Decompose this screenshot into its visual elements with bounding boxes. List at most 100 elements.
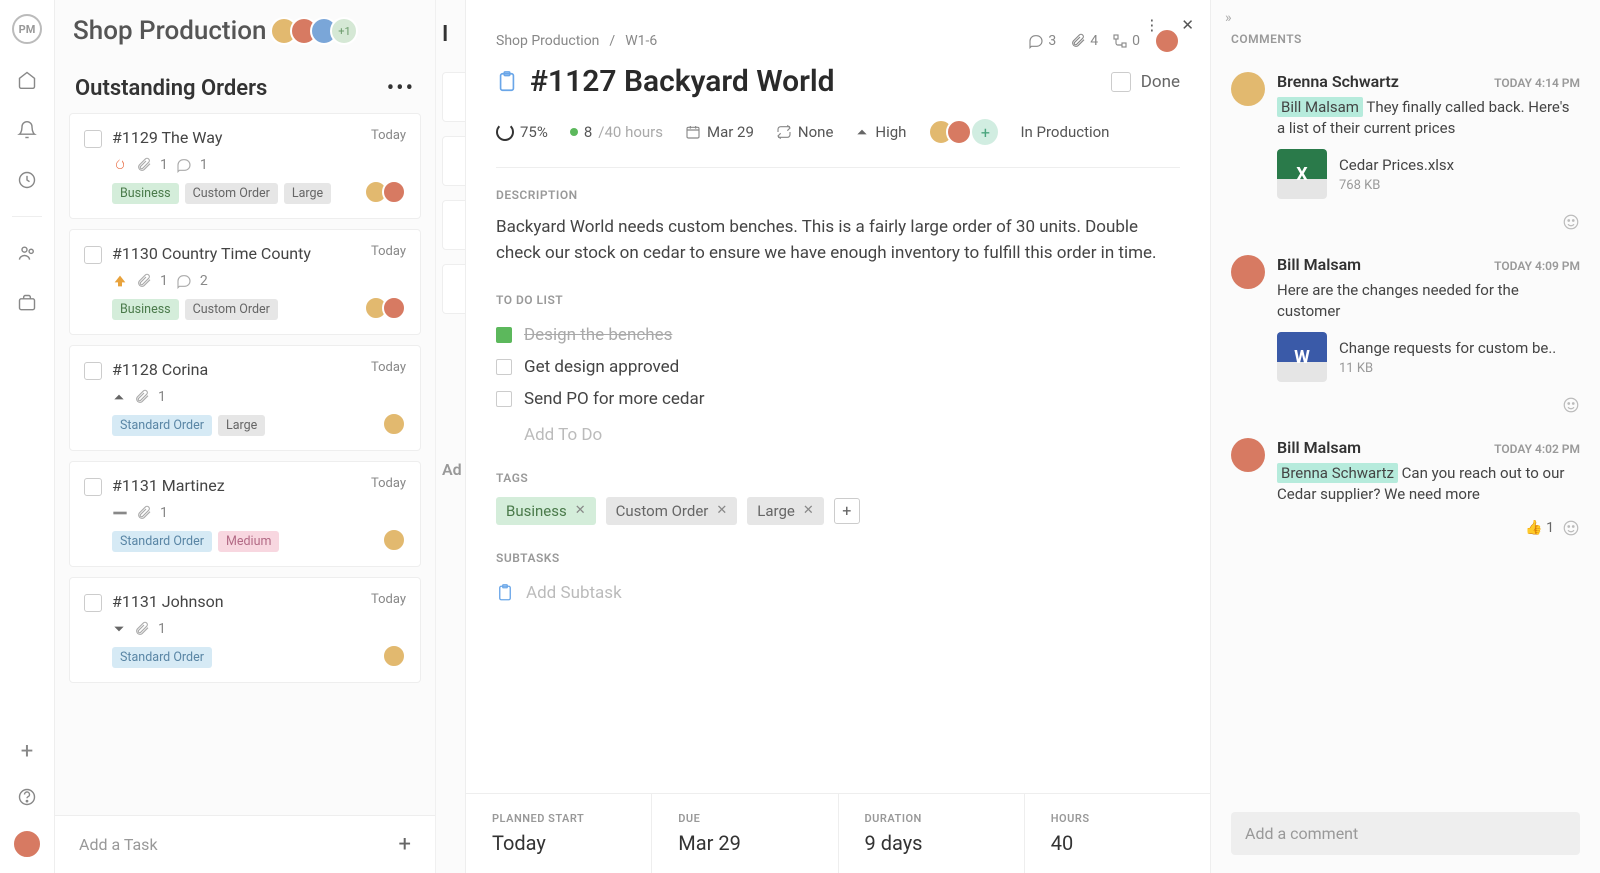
attachment-count[interactable]: 4 xyxy=(1070,33,1098,49)
add-reaction-icon[interactable] xyxy=(1562,213,1580,231)
add-subtask-input[interactable]: Add Subtask xyxy=(496,577,1180,609)
task-card[interactable]: #1130 Country Time County 1 2 BusinessCu… xyxy=(69,229,421,335)
add-reaction-icon[interactable] xyxy=(1562,396,1580,414)
comment-attachment[interactable]: X Cedar Prices.xlsx768 KB xyxy=(1277,149,1580,199)
mention[interactable]: Brenna Schwartz xyxy=(1277,463,1398,483)
help-icon[interactable] xyxy=(13,783,41,811)
add-tag-button[interactable]: + xyxy=(834,498,860,524)
breadcrumb-id[interactable]: W1-6 xyxy=(625,33,657,49)
comment-input[interactable]: Add a comment xyxy=(1231,812,1580,855)
card-assignees[interactable] xyxy=(370,180,406,204)
card-title: #1130 Country Time County xyxy=(112,244,360,263)
comment-time: TODAY 4:02 PM xyxy=(1494,442,1580,456)
card-title: #1131 Johnson xyxy=(112,592,361,611)
file-type-icon: X xyxy=(1277,149,1327,199)
repeat-setting[interactable]: None xyxy=(776,123,834,141)
comment-avatar[interactable] xyxy=(1231,255,1265,289)
task-title[interactable]: #1127 Backyard World xyxy=(530,64,1099,99)
column-menu-icon[interactable]: ••• xyxy=(387,76,415,101)
expand-comments-icon[interactable]: » xyxy=(1211,0,1600,26)
remove-tag-icon[interactable]: ✕ xyxy=(803,503,814,518)
task-card[interactable]: #1131 Martinez 1 Standard OrderMedium To… xyxy=(69,461,421,567)
status-label[interactable]: In Production xyxy=(1020,123,1109,141)
card-checkbox[interactable] xyxy=(84,478,102,496)
comment-avatar[interactable] xyxy=(1231,72,1265,106)
due-date[interactable]: Mar 29 xyxy=(685,123,754,141)
app-logo[interactable]: PM xyxy=(12,14,42,44)
mention[interactable]: Bill Malsam xyxy=(1277,97,1363,117)
remove-tag-icon[interactable]: ✕ xyxy=(716,503,727,518)
card-date: Today xyxy=(371,360,406,375)
team-icon[interactable] xyxy=(13,239,41,267)
add-task-row[interactable]: Add a Task + xyxy=(55,815,435,873)
description-text[interactable]: Backyard World needs custom benches. Thi… xyxy=(496,214,1180,267)
card-tag: Standard Order xyxy=(112,647,212,668)
task-icon xyxy=(496,71,518,93)
comment-count[interactable]: 3 xyxy=(1028,33,1056,49)
task-card[interactable]: #1131 Johnson 1 Standard Order Today xyxy=(69,577,421,683)
planned-cell[interactable]: PLANNED START Today xyxy=(466,794,652,873)
detail-tag[interactable]: Large✕ xyxy=(747,497,823,525)
card-title: #1129 The Way xyxy=(112,128,360,147)
reaction-thumbs[interactable]: 👍 1 xyxy=(1525,520,1554,536)
comment-attachment[interactable]: W Change requests for custom be..11 KB xyxy=(1277,332,1580,382)
comment-text: Here are the changes needed for the cust… xyxy=(1277,280,1580,322)
card-assignees[interactable] xyxy=(388,412,406,436)
card-tag: Custom Order xyxy=(185,183,278,204)
detail-tag[interactable]: Custom Order✕ xyxy=(606,497,738,525)
more-icon[interactable]: ⋮ xyxy=(1144,16,1159,34)
priority-icon xyxy=(112,390,126,404)
add-assignee-button[interactable]: + xyxy=(972,119,998,145)
comment-avatar[interactable] xyxy=(1231,438,1265,472)
progress-indicator[interactable]: 75% xyxy=(496,123,548,141)
hours-indicator[interactable]: 8/40 hours xyxy=(570,123,663,141)
card-date: Today xyxy=(371,592,406,607)
card-tag: Standard Order xyxy=(112,531,212,552)
todo-checkbox[interactable] xyxy=(496,391,512,407)
card-checkbox[interactable] xyxy=(84,594,102,612)
done-toggle[interactable]: Done xyxy=(1111,72,1180,92)
card-checkbox[interactable] xyxy=(84,130,102,148)
card-checkbox[interactable] xyxy=(84,246,102,264)
comment-author[interactable]: Brenna Schwartz xyxy=(1277,72,1399,91)
add-icon[interactable]: + xyxy=(13,737,41,765)
detail-tag[interactable]: Business✕ xyxy=(496,497,596,525)
todo-checkbox[interactable] xyxy=(496,327,512,343)
task-detail: ⋮ ✕ Shop Production / W1-6 3 4 0 xyxy=(465,0,1210,873)
comment-text: Brenna Schwartz Can you reach out to our… xyxy=(1277,463,1580,505)
card-checkbox[interactable] xyxy=(84,362,102,380)
clock-icon[interactable] xyxy=(13,166,41,194)
remove-tag-icon[interactable]: ✕ xyxy=(575,503,586,518)
todo-label: TO DO LIST xyxy=(496,293,1180,307)
card-list: #1129 The Way 1 1 BusinessCustom OrderLa… xyxy=(55,113,435,815)
todo-item[interactable]: Get design approved xyxy=(496,351,1180,383)
board-members[interactable]: +1 xyxy=(278,17,358,45)
assignees[interactable]: + xyxy=(928,119,998,145)
card-assignees[interactable] xyxy=(388,528,406,552)
home-icon[interactable] xyxy=(13,66,41,94)
comment-author[interactable]: Bill Malsam xyxy=(1277,438,1361,457)
comments-header: COMMENTS xyxy=(1211,26,1600,58)
task-card[interactable]: #1129 The Way 1 1 BusinessCustom OrderLa… xyxy=(69,113,421,219)
subtask-count[interactable]: 0 xyxy=(1112,33,1140,49)
card-assignees[interactable] xyxy=(370,296,406,320)
bell-icon[interactable] xyxy=(13,116,41,144)
breadcrumb-project[interactable]: Shop Production xyxy=(496,33,599,49)
add-reaction-icon[interactable] xyxy=(1562,519,1580,537)
todo-item[interactable]: Design the benches xyxy=(496,319,1180,351)
briefcase-icon[interactable] xyxy=(13,289,41,317)
current-user-avatar[interactable] xyxy=(12,829,42,859)
planned-cell[interactable]: DUE Mar 29 xyxy=(652,794,838,873)
card-title: #1128 Corina xyxy=(112,360,361,379)
todo-item[interactable]: Send PO for more cedar xyxy=(496,383,1180,415)
planned-cell[interactable]: HOURS 40 xyxy=(1025,794,1210,873)
close-icon[interactable]: ✕ xyxy=(1181,16,1194,34)
card-assignees[interactable] xyxy=(388,644,406,668)
comment-author[interactable]: Bill Malsam xyxy=(1277,255,1361,274)
task-card[interactable]: #1128 Corina 1 Standard OrderLarge Today xyxy=(69,345,421,451)
priority-indicator[interactable]: High xyxy=(855,123,906,141)
planned-cell[interactable]: DURATION 9 days xyxy=(839,794,1025,873)
add-todo-input[interactable]: Add To Do xyxy=(496,415,1180,445)
add-task-icon[interactable]: + xyxy=(399,832,411,857)
todo-checkbox[interactable] xyxy=(496,359,512,375)
